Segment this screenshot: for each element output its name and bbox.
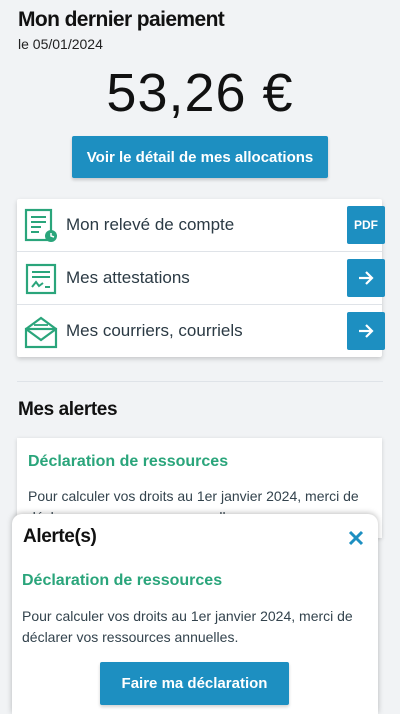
document-label: Mes courriers, courriels [66,321,243,340]
sheet-alert-title: Déclaration de ressources [22,572,223,589]
document-label: Mon relevé de compte [66,215,235,234]
alert-title: Déclaration de ressources [28,453,229,470]
alerts-heading: Mes alertes [18,399,118,420]
sheet-alert-text: Pour calculer vos droits au 1er janvier … [22,608,353,645]
pdf-button[interactable]: PDF [347,206,385,244]
document-row-account-statement[interactable]: Mon relevé de compte PDF [17,199,385,251]
document-label: Mes attestations [66,268,190,287]
arrow-right-icon [359,324,374,338]
payment-amount: 53,26 € [106,63,294,123]
account-statement-icon [24,208,57,242]
sheet-title: Alerte(s) [23,526,97,547]
arrow-right-icon [359,271,374,285]
payment-title: Mon dernier paiement [18,8,225,31]
allocation-details-button[interactable]: Voir le détail de mes allocations [72,136,328,178]
arrow-right-button[interactable] [347,312,385,350]
mail-icon [24,316,58,349]
declare-resources-button[interactable]: Faire ma déclaration [100,662,289,705]
payment-date: le 05/01/2024 [18,36,103,52]
documents-card: Mon relevé de compte PDF Mes attestation… [17,199,385,357]
arrow-right-button[interactable] [347,259,385,297]
document-row-mail[interactable]: Mes courriers, courriels [17,305,385,357]
certificate-icon [25,263,57,295]
close-icon[interactable] [344,526,368,550]
document-row-attestations[interactable]: Mes attestations [17,252,385,304]
alert-bottom-sheet: Alerte(s) Déclaration de ressources Pour… [12,514,378,714]
section-divider [17,381,383,382]
